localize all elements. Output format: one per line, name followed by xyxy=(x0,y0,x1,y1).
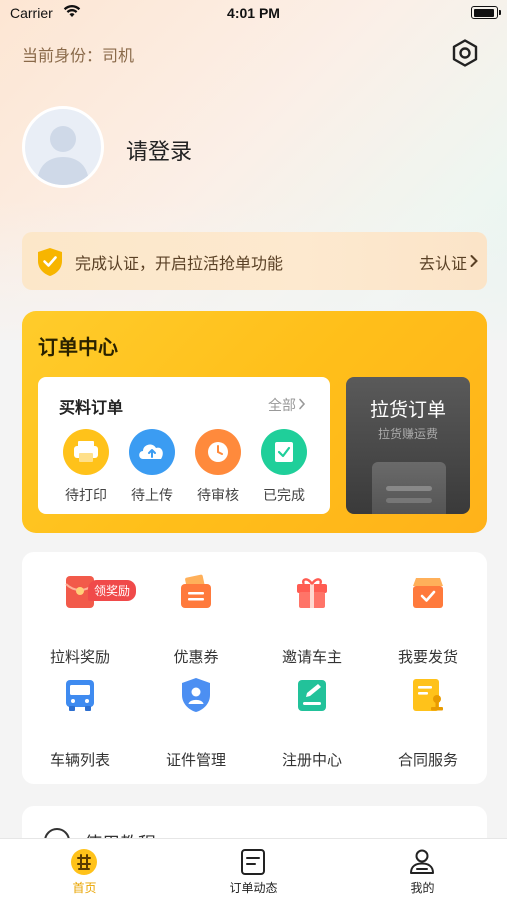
service-label: 合同服务 xyxy=(397,751,458,769)
service-coupons[interactable]: 优惠券 xyxy=(146,564,246,666)
verification-text: 完成认证，开启拉活抢单功能 xyxy=(75,254,284,273)
service-vehicle-list[interactable]: 车辆列表 xyxy=(30,667,130,769)
edit-document-icon xyxy=(298,680,326,711)
status-bar: Carrier 4:01 PM xyxy=(0,0,507,28)
service-certificate-management[interactable]: 证件管理 xyxy=(146,667,246,769)
gift-icon xyxy=(297,578,327,608)
service-label: 拉料奖励 xyxy=(49,648,110,666)
login-prompt[interactable]: 请登录 xyxy=(126,134,192,166)
default-avatar-icon xyxy=(37,126,89,185)
verification-banner[interactable]: 完成认证，开启拉活抢单功能 去认证 xyxy=(22,232,487,290)
order-center-card: 订单中心 买料订单 全部 待打印 待上传 待审核 已完成 拉货订单 拉货赚运费 xyxy=(22,311,487,533)
order-status-label: 待打印 xyxy=(65,488,107,504)
purchase-orders-panel: 买料订单 全部 待打印 待上传 待审核 已完成 xyxy=(38,377,330,514)
order-center-title: 订单中心 xyxy=(38,335,118,359)
service-label: 证件管理 xyxy=(165,751,226,769)
service-label: 优惠券 xyxy=(173,648,219,666)
haul-orders-title: 拉货订单 xyxy=(369,399,446,421)
home-logo-icon xyxy=(71,849,97,875)
service-label: 注册中心 xyxy=(281,751,342,769)
gear-icon[interactable] xyxy=(450,38,480,68)
haul-orders-subtitle: 拉货赚运费 xyxy=(377,427,438,441)
shield-check-icon xyxy=(38,248,62,276)
haul-orders-card[interactable]: 拉货订单 拉货赚运费 xyxy=(346,377,470,514)
reward-badge: 领奖励 xyxy=(88,580,137,601)
avatar[interactable] xyxy=(22,106,104,188)
service-registration-center[interactable]: 注册中心 xyxy=(262,667,362,769)
tab-label: 我的 xyxy=(410,881,435,895)
printer-icon xyxy=(63,429,109,475)
service-ship-goods[interactable]: 我要发货 xyxy=(378,564,478,666)
shipping-box-icon xyxy=(413,578,443,608)
check-icon xyxy=(261,429,307,475)
purchase-orders-title: 买料订单 xyxy=(59,398,124,417)
service-material-reward[interactable]: 领奖励 拉料奖励 xyxy=(30,564,137,666)
order-list-icon xyxy=(241,849,265,875)
service-contract[interactable]: 合同服务 xyxy=(378,667,478,769)
tab-label: 订单动态 xyxy=(229,881,278,895)
service-label: 邀请车主 xyxy=(281,648,342,666)
upload-cloud-icon xyxy=(129,429,175,475)
user-icon xyxy=(410,849,434,874)
service-label: 我要发货 xyxy=(397,648,458,666)
view-all-link[interactable]: 全部 xyxy=(268,395,296,415)
tab-bar: 首页 订单动态 我的 xyxy=(0,838,507,900)
order-status-pending-print[interactable]: 待打印 xyxy=(56,429,116,505)
battery-icon xyxy=(471,6,501,19)
coupon-wallet-icon xyxy=(181,574,211,608)
order-status-label: 待上传 xyxy=(131,488,173,504)
contract-stamp-icon xyxy=(413,679,443,711)
order-status-label: 已完成 xyxy=(263,488,305,504)
order-status-completed[interactable]: 已完成 xyxy=(254,429,314,505)
order-status-pending-review[interactable]: 待审核 xyxy=(188,429,248,505)
services-grid: 领奖励 拉料奖励 优惠券 邀请车主 我要发货 车辆列表 证件管理 注册中心 合同… xyxy=(22,552,487,784)
service-invite-owner[interactable]: 邀请车主 xyxy=(262,564,362,666)
id-card-icon xyxy=(182,678,210,712)
chevron-right-icon xyxy=(470,255,478,267)
bus-icon xyxy=(66,680,94,711)
clock-time: 4:01 PM xyxy=(227,5,280,21)
chevron-right-icon xyxy=(299,398,306,410)
go-verify-link[interactable]: 去认证 xyxy=(419,250,467,274)
order-status-pending-upload[interactable]: 待上传 xyxy=(122,429,182,505)
tab-label: 首页 xyxy=(72,881,97,895)
clock-icon xyxy=(195,429,241,475)
tab-order-updates[interactable]: 订单动态 xyxy=(169,839,338,900)
current-identity-label: 当前身份：司机 xyxy=(22,46,135,65)
service-label: 车辆列表 xyxy=(49,751,110,769)
haul-illustration xyxy=(372,462,446,514)
tab-home[interactable]: 首页 xyxy=(0,839,169,900)
tab-profile[interactable]: 我的 xyxy=(338,839,507,900)
order-status-label: 待审核 xyxy=(197,488,239,504)
